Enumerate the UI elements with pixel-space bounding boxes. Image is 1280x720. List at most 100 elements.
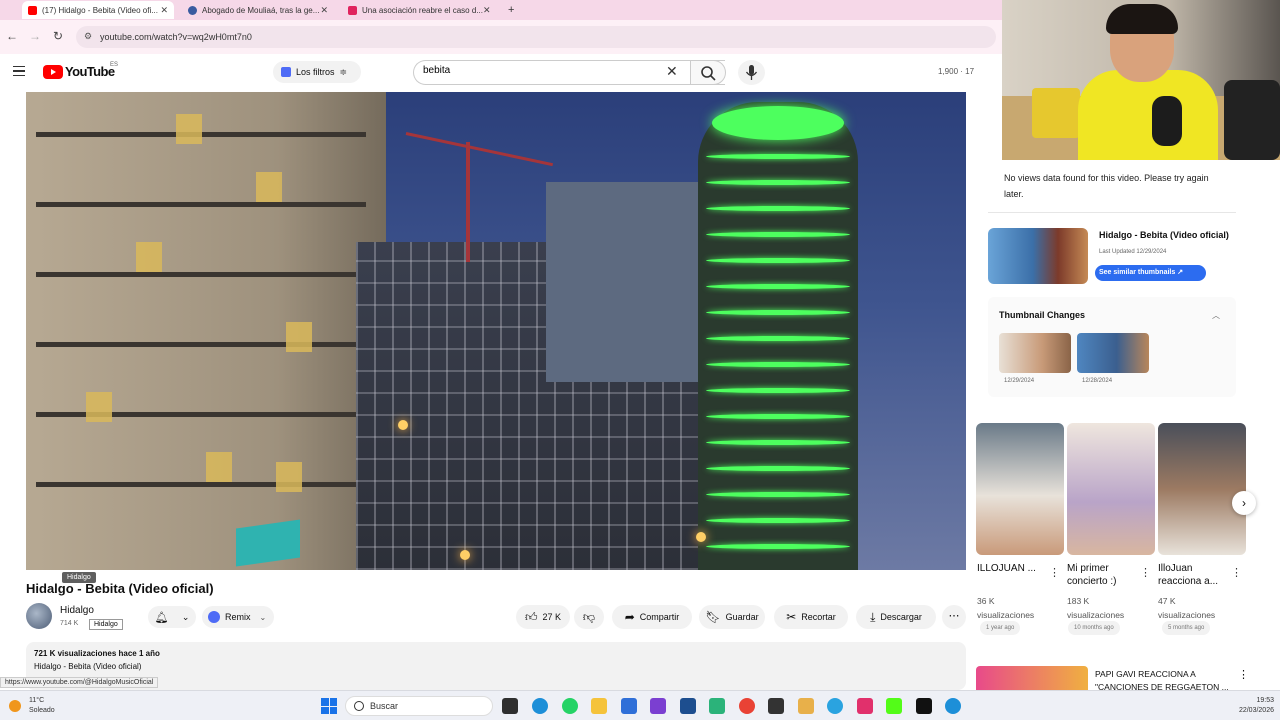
sun-icon[interactable] xyxy=(9,700,21,712)
back-icon[interactable]: ← xyxy=(6,29,18,43)
more-options-icon[interactable]: ⋮ xyxy=(1049,566,1060,579)
search-icon xyxy=(701,66,716,81)
close-tab-icon[interactable]: ✕ xyxy=(160,5,168,16)
rec-views: 36 K xyxy=(977,596,995,606)
voice-search-button[interactable] xyxy=(738,60,765,85)
rec-thumbnail-1[interactable] xyxy=(976,423,1064,555)
scissors-icon: ✂ xyxy=(786,610,797,624)
menu-icon[interactable] xyxy=(13,66,25,76)
like-button[interactable]: 👍︎ 27 K xyxy=(516,605,570,629)
rec-meta-2: 183 K visualizaciones xyxy=(1067,594,1151,622)
taskbar-search[interactable]: Buscar xyxy=(345,696,493,716)
save-button[interactable]: 🔖︎ Guardar xyxy=(699,605,765,629)
video-player[interactable] xyxy=(26,92,966,570)
tiktok-icon[interactable] xyxy=(916,698,932,714)
weather-description[interactable]: Soleado xyxy=(29,707,55,714)
rec-title-1[interactable]: ILLOJUAN ... xyxy=(977,562,1051,575)
file-explorer-icon[interactable] xyxy=(591,698,607,714)
browser-icon[interactable] xyxy=(945,698,961,714)
rec-title-2[interactable]: Mi primer concierto :) xyxy=(1067,562,1141,588)
rec-views: 47 K xyxy=(1158,596,1176,606)
view-count-and-date: 721 K visualizaciones hace 1 año xyxy=(34,649,160,658)
site-info-icon[interactable]: ⚙ xyxy=(84,31,92,42)
description-box[interactable] xyxy=(26,642,966,690)
chevron-down-icon: ⌄ xyxy=(181,611,190,622)
task-view-icon[interactable] xyxy=(502,698,518,714)
video-frame-crane-jib xyxy=(405,132,554,167)
search-button[interactable] xyxy=(690,60,726,85)
chevron-right-icon[interactable]: › xyxy=(1232,491,1256,515)
rec-thumbnail-4[interactable] xyxy=(976,666,1088,690)
download-button[interactable]: ⤓ Descargar xyxy=(856,605,936,629)
description-text: Hidalgo - Bebita (Video oficial) xyxy=(34,662,142,671)
app-icon[interactable] xyxy=(798,698,814,714)
weather-temperature[interactable]: 11°C xyxy=(29,697,44,704)
thumbnail-change-1[interactable] xyxy=(999,333,1071,373)
app-icon[interactable] xyxy=(621,698,637,714)
chrome-icon[interactable] xyxy=(739,698,755,714)
video-thumbnail[interactable] xyxy=(988,228,1088,284)
thumbs-up-icon: 👍︎ xyxy=(524,609,538,624)
no-views-data-message: No views data found for this video. Plea… xyxy=(1004,173,1209,199)
filters-button[interactable]: Los filtros ≑ xyxy=(273,61,361,83)
youtube-logo-text[interactable]: YouTube xyxy=(65,64,115,79)
more-options-icon[interactable]: ⋮ xyxy=(1140,566,1151,579)
forward-icon[interactable]: → xyxy=(29,29,41,43)
instagram-icon[interactable] xyxy=(857,698,873,714)
remix-label: Remix xyxy=(225,612,251,622)
channel-avatar[interactable] xyxy=(26,603,52,629)
whatsapp-icon[interactable] xyxy=(562,698,578,714)
reload-icon[interactable]: ↻ xyxy=(53,29,63,43)
channel-name-link[interactable]: Hidalgo xyxy=(60,605,94,616)
rec-thumbnail-2[interactable] xyxy=(1067,423,1155,555)
rec-thumbnail-3[interactable] xyxy=(1158,423,1246,555)
url-field[interactable]: ⚙ youtube.com/watch?v=wq2wH0mt7n0 xyxy=(76,26,996,48)
app-icon[interactable] xyxy=(650,698,666,714)
tab-youtube[interactable]: (17) Hidalgo - Bebita (Video ofi... ✕ xyxy=(22,1,174,19)
windows-start-icon[interactable] xyxy=(321,698,337,714)
video-title: Hidalgo - Bebita (Video oficial) xyxy=(26,581,214,596)
youtube-favicon-icon xyxy=(28,5,37,15)
remix-button[interactable]: Remix ⌄ xyxy=(202,606,274,628)
clear-search-icon[interactable]: ✕ xyxy=(666,63,678,80)
tab-label: (17) Hidalgo - Bebita (Video ofi... xyxy=(42,5,158,15)
clip-label: Recortar xyxy=(801,612,836,622)
thumbnail-change-2[interactable] xyxy=(1077,333,1149,373)
filters-label: Los filtros xyxy=(296,67,335,77)
see-similar-thumbnails-button[interactable]: See similar thumbnails ↗ xyxy=(1095,265,1206,281)
telegram-icon[interactable] xyxy=(827,698,843,714)
new-tab-button[interactable]: + xyxy=(502,1,522,19)
clock-time[interactable]: 19:53 xyxy=(1230,697,1274,704)
download-icon: ⤓ xyxy=(870,609,876,624)
kick-icon[interactable] xyxy=(886,698,902,714)
rec-views-unit: visualizaciones xyxy=(977,610,1035,620)
rec-views-unit: visualizaciones xyxy=(1158,610,1216,620)
app-icon[interactable] xyxy=(680,698,696,714)
youtube-logo-icon[interactable] xyxy=(43,65,63,79)
tab-asociacion[interactable]: Una asociación reabre el caso d... ✕ xyxy=(342,1,494,19)
rec-title-3[interactable]: IlloJuan reacciona a... xyxy=(1158,562,1232,588)
share-icon: ➦ xyxy=(624,610,635,624)
app-icon[interactable] xyxy=(709,698,725,714)
close-tab-icon[interactable]: ✕ xyxy=(320,5,328,16)
bell-icon: 🔔︎ xyxy=(154,611,169,624)
news-favicon-icon xyxy=(188,5,197,15)
chevron-up-icon[interactable]: ︿ xyxy=(1212,310,1220,321)
clock-date[interactable]: 22/03/2026 xyxy=(1226,707,1274,714)
close-tab-icon[interactable]: ✕ xyxy=(483,5,491,16)
rec-meta-1: 36 K visualizaciones xyxy=(977,594,1061,622)
search-input[interactable] xyxy=(423,65,663,76)
rec-upload-time: 5 months ago xyxy=(1162,621,1211,635)
edge-icon[interactable] xyxy=(532,698,548,714)
more-actions-icon[interactable]: ⋯ xyxy=(942,605,966,629)
microphone-icon xyxy=(745,65,758,80)
more-options-icon[interactable]: ⋮ xyxy=(1238,668,1249,681)
clip-button[interactable]: ✂ Recortar xyxy=(774,605,848,629)
dislike-button[interactable]: 👎︎ xyxy=(574,605,604,629)
chevron-down-icon[interactable]: ⌄ xyxy=(260,613,267,622)
notifications-button[interactable]: 🔔︎ ⌄ xyxy=(148,606,196,628)
tab-abogado[interactable]: Abogado de Mouliaá, tras la ge... ✕ xyxy=(182,1,334,19)
more-options-icon[interactable]: ⋮ xyxy=(1231,566,1242,579)
share-button[interactable]: ➦ Compartir xyxy=(612,605,692,629)
app-icon[interactable] xyxy=(768,698,784,714)
